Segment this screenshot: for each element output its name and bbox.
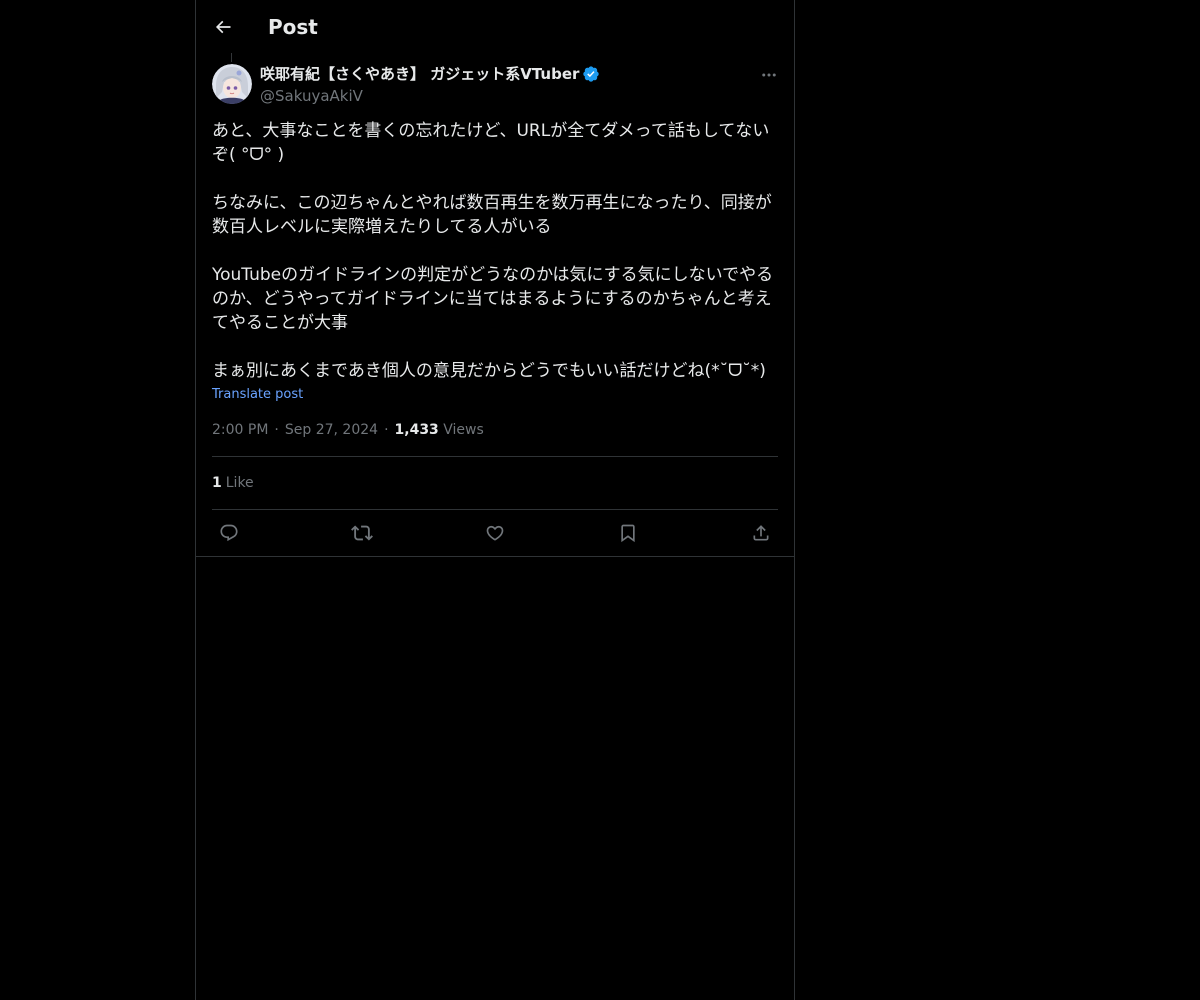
- translate-post-link[interactable]: Translate post: [212, 385, 303, 405]
- post-paragraph: ちなみに、この辺ちゃんとやれば数百再生を数万再生になったり、同接が数百人レベルに…: [212, 193, 772, 237]
- arrow-left-icon: [213, 17, 233, 37]
- page-header: Post: [196, 0, 794, 53]
- author-handle[interactable]: @SakuyaAkiV: [260, 86, 363, 106]
- post-actions-bar: [212, 516, 778, 550]
- author-name-text: 咲耶有紀【さくやあき】 ガジェット系VTuber: [260, 65, 580, 83]
- views-count: 1,433: [394, 422, 439, 438]
- back-button[interactable]: [206, 10, 240, 44]
- verified-badge-icon: [582, 65, 600, 83]
- post-paragraph: まぁ別にあくまであき個人の意見だからどうでもいい話だけどね(*˘ᗜ˘*): [212, 361, 766, 381]
- likes-count: 1: [212, 475, 222, 491]
- more-dots-icon: [760, 66, 778, 84]
- post-metadata: 2:00 PM · Sep 27, 2024 · 1,433 Views: [212, 420, 484, 440]
- bookmark-icon: [618, 523, 638, 543]
- post-date[interactable]: Sep 27, 2024: [285, 422, 378, 438]
- post-body: あと、大事なことを書くの忘れたけど、URLが全てダメって話もしてないぞ( °ᗜ°…: [212, 119, 778, 383]
- post-time[interactable]: 2:00 PM: [212, 422, 268, 438]
- more-options-button[interactable]: [756, 62, 782, 88]
- likes-summary[interactable]: 1 Like: [212, 473, 254, 493]
- share-button[interactable]: [744, 516, 778, 550]
- post-paragraph: あと、大事なことを書くの忘れたけど、URLが全てダメって話もしてないぞ( °ᗜ°…: [212, 121, 770, 165]
- thread-connector-line: [231, 53, 232, 62]
- reply-button[interactable]: [212, 516, 246, 550]
- divider: [212, 509, 778, 510]
- views-label: Views: [443, 422, 484, 438]
- author-display-name[interactable]: 咲耶有紀【さくやあき】 ガジェット系VTuber: [260, 64, 600, 84]
- share-icon: [751, 523, 771, 543]
- meta-separator: ·: [384, 422, 389, 438]
- post-column: Post 咲耶有紀【さくやあき】 ガジェット系VTuber @SakuyaAki…: [195, 0, 795, 1000]
- avatar[interactable]: [212, 64, 252, 104]
- meta-separator: ·: [274, 422, 279, 438]
- repost-icon: [351, 522, 373, 544]
- likes-label: Like: [225, 475, 254, 491]
- section-bottom-border: [196, 556, 794, 557]
- reply-icon: [219, 523, 239, 543]
- bookmark-button[interactable]: [611, 516, 645, 550]
- heart-icon: [485, 523, 505, 543]
- divider: [212, 456, 778, 457]
- repost-button[interactable]: [345, 516, 379, 550]
- post-paragraph: YouTubeのガイドラインの判定がどうなのかは気にする気にしないでやるのか、ど…: [212, 265, 774, 333]
- like-button[interactable]: [478, 516, 512, 550]
- page-title: Post: [268, 15, 318, 39]
